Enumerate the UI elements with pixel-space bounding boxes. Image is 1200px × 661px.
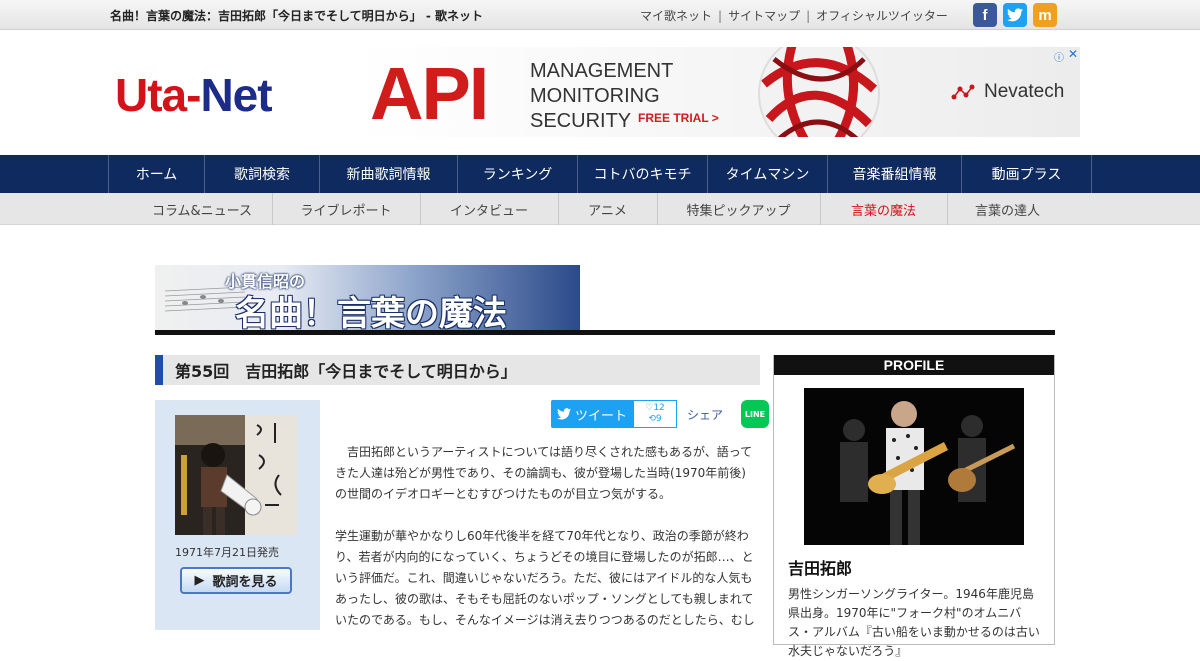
separator: | [806,9,811,23]
utanet-logo[interactable]: Uta-Net [115,68,273,122]
artist-photo[interactable] [804,388,1024,545]
top-bar: 名曲！言葉の魔法：吉田拓郎「今日までそして明日から」 - 歌ネット マイ歌ネット… [0,0,1200,30]
view-lyrics-button[interactable]: ▶ 歌詞を見る [180,567,292,594]
separator: | [718,9,723,23]
sitemap-link[interactable]: サイトマップ [728,9,800,23]
nav-time-machine[interactable]: タイムマシン [708,155,828,193]
nav-music-programs[interactable]: 音楽番組情報 [828,155,962,193]
nevatech-logo-icon [951,84,975,100]
play-icon: ▶ [194,573,205,588]
share-row: ツイート ♡12 ⟲9 シェア LINE [551,400,770,428]
profile-header: PROFILE [774,355,1054,375]
top-links: マイ歌ネット | サイトマップ | オフィシャルツイッター [640,7,948,24]
facebook-icon[interactable]: f [973,3,997,27]
my-utanet-link[interactable]: マイ歌ネット [640,9,712,23]
artist-description: 男性シンガーソングライター。1946年鹿児島県出身。1970年に"フォーク村"の… [788,587,1040,658]
advertisement-banner[interactable]: API MANAGEMENT MONITORING SECURITY FREE … [352,47,1080,137]
subnav-kotoba-mahou[interactable]: 言葉の魔法 [821,193,948,225]
nav-video-plus[interactable]: 動画プラス [962,155,1092,193]
official-twitter-link[interactable]: オフィシャルツイッター [816,9,948,23]
site-title: 名曲！言葉の魔法：吉田拓郎「今日までそして明日から」 - 歌ネット [110,9,483,23]
article-body: 吉田拓郎というアーティストについては語り尽くされた感もあるが、語ってきた人達は殆… [335,442,757,652]
subnav-anime[interactable]: アニメ [559,193,658,225]
article-title: 第55回 吉田拓郎「今日までそして明日から」 [155,355,760,385]
line-share-icon[interactable]: LINE [741,400,770,428]
single-jacket-image[interactable] [175,415,297,535]
single-info-box: 1971年7月21日発売 ▶ 歌詞を見る [155,400,320,630]
tweet-count: ♡12 ⟲9 [633,400,677,428]
article-paragraph: 吉田拓郎というアーティストについては語り尽くされた感もあるが、語ってきた人達は殆… [335,445,753,501]
facebook-share-link[interactable]: シェア [687,406,723,423]
nav-lyrics-search[interactable]: 歌詞検索 [205,155,320,193]
artist-name: 吉田拓郎 [788,559,853,578]
ad-close-icon[interactable]: ✕ [1068,47,1078,61]
nav-kotoba-kimochi[interactable]: コトバのキモチ [578,155,708,193]
subnav-kotoba-tatsujin[interactable]: 言葉の達人 [948,193,1068,225]
nav-new-lyrics[interactable]: 新曲歌詞情報 [320,155,458,193]
twitter-icon[interactable] [1003,3,1027,27]
ad-cta[interactable]: FREE TRIAL > [638,111,719,125]
ad-info-icon[interactable]: ⓘ [1054,49,1064,64]
retweet-icon: ⟲ [648,414,656,424]
nav-home[interactable]: ホーム [109,155,205,193]
profile-box: PROFILE 吉田拓郎 男性シンガーソングライター。1946年鹿児島県出身。1… [773,355,1055,658]
banner-image: 小貫信昭の 名曲！言葉の魔法 [155,265,580,330]
series-banner: 小貫信昭の 名曲！言葉の魔法 [155,265,1055,335]
mixi-icon[interactable]: m [1033,3,1057,27]
main-nav: ホーム 歌詞検索 新曲歌詞情報 ランキング コトバのキモチ タイムマシン 音楽番… [0,155,1200,193]
tweet-button[interactable]: ツイート [551,400,633,428]
subnav-special-pickup[interactable]: 特集ピックアップ [658,193,821,225]
header: Uta-Net API MANAGEMENT MONITORING SECURI… [0,30,1200,155]
subnav-column-news[interactable]: コラム&ニュース [133,193,273,225]
release-date: 1971年7月21日発売 [175,546,279,559]
subnav-live-report[interactable]: ライブレポート [273,193,421,225]
twitter-bird-icon [556,408,571,420]
ad-brand: Nevatech [950,81,1064,103]
subnav-interview[interactable]: インタビュー [421,193,559,225]
banner-title: 名曲！言葉の魔法 [235,294,507,330]
ad-headline: API [370,52,489,135]
ad-sphere-graphic [758,47,880,137]
social-icons: f m [973,3,1057,27]
sub-nav: コラム&ニュース ライブレポート インタビュー アニメ 特集ピックアップ 言葉の… [0,193,1200,225]
nav-ranking[interactable]: ランキング [458,155,578,193]
article-paragraph: 学生運動が華やかなりし60年代後半を経て70年代となり、政治の季節が終わり、若者… [335,529,755,627]
